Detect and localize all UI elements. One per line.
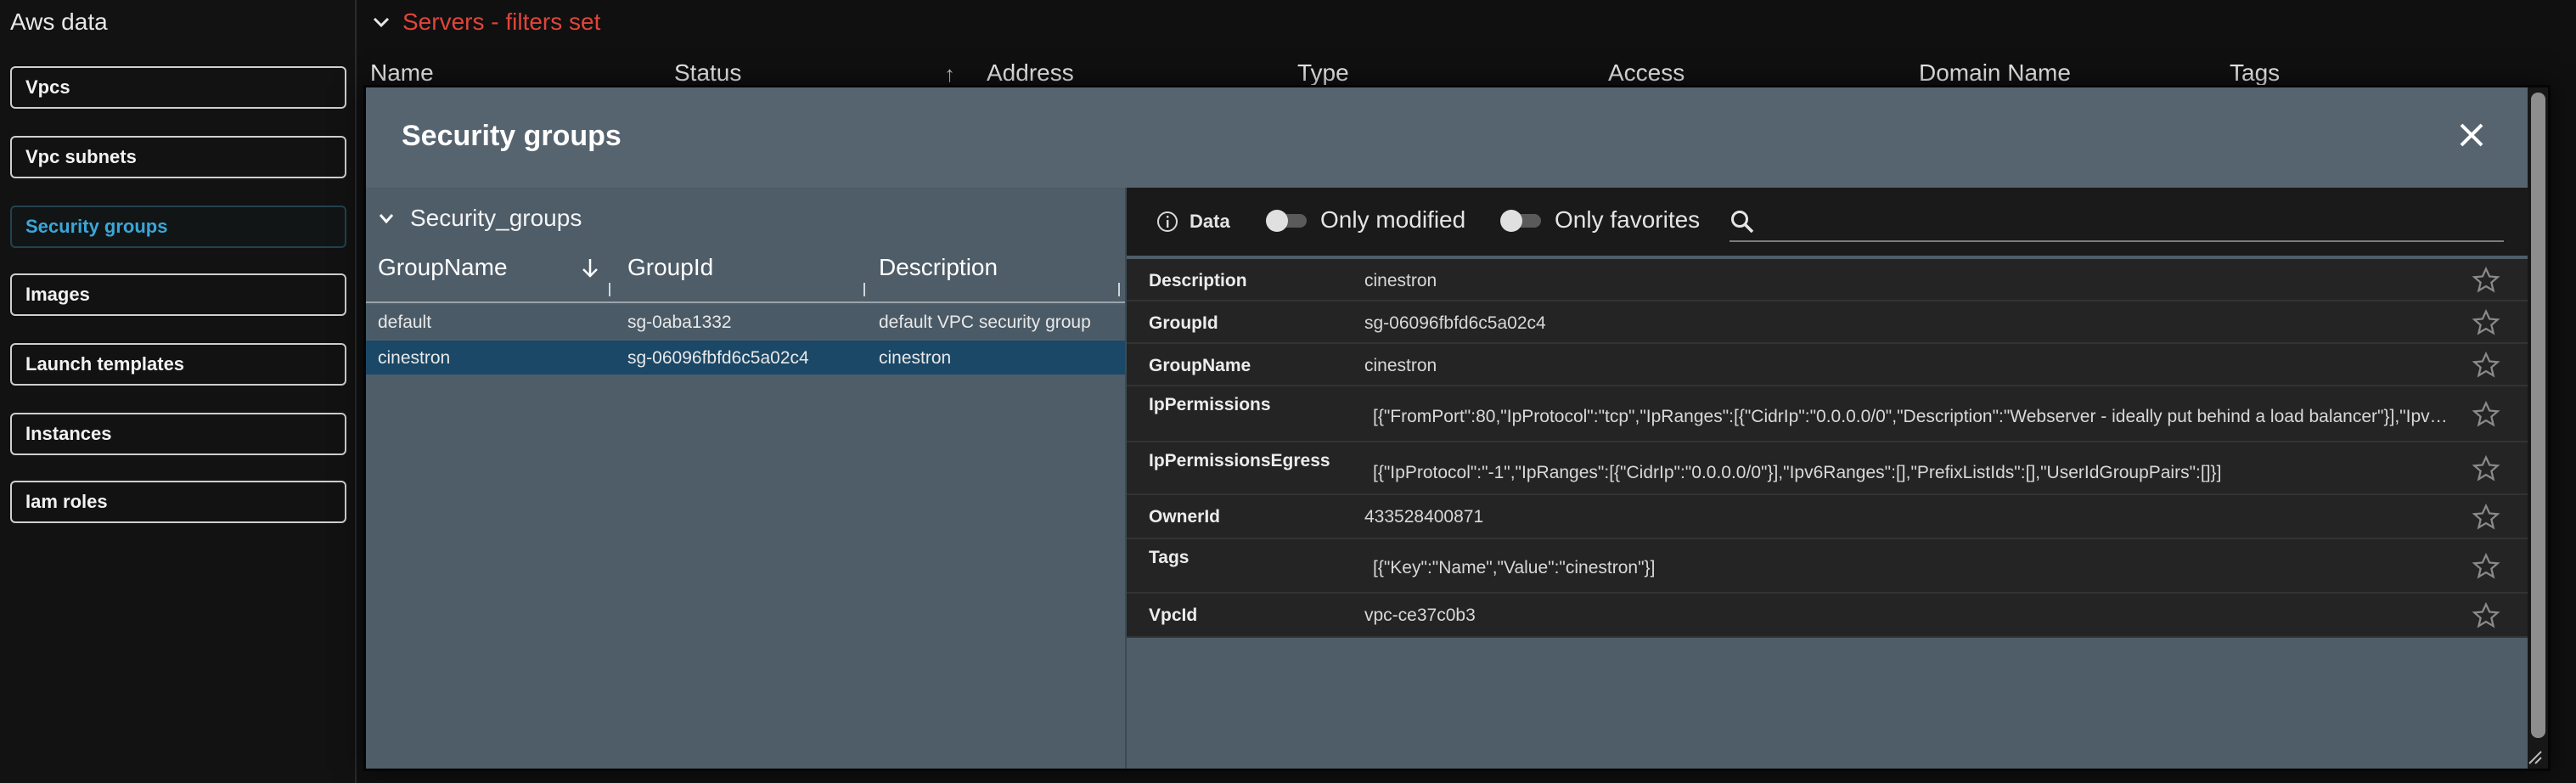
property-row[interactable]: OwnerId 433528400871: [1127, 495, 2533, 539]
header-divider: [366, 301, 1125, 303]
property-value: [{"IpProtocol":"-1","IpRanges":[{"CidrIp…: [1373, 463, 2222, 482]
property-row[interactable]: GroupName cinestron: [1127, 344, 2533, 386]
sidebar-item-launch-templates[interactable]: Launch templates: [10, 343, 346, 386]
sort-ascending-icon[interactable]: ↑: [944, 61, 955, 87]
table-section-header[interactable]: Security_groups: [378, 205, 582, 232]
modal-header: Security groups: [366, 87, 2548, 188]
security-groups-table: Security_groups GroupName GroupId Descri…: [366, 188, 1125, 769]
property-key: GroupId: [1149, 313, 1218, 333]
sidebar-item-vpc-subnets[interactable]: Vpc subnets: [10, 136, 346, 178]
property-value: cinestron: [1364, 271, 1437, 290]
property-value: sg-06096fbfd6c5a02c4: [1364, 313, 1546, 333]
star-icon[interactable]: [2472, 308, 2500, 337]
column-resize-handle[interactable]: [863, 283, 865, 296]
only-modified-toggle[interactable]: Only modified: [1266, 206, 1465, 234]
star-icon[interactable]: [2472, 454, 2500, 483]
cell-groupname: cinestron: [378, 348, 451, 368]
property-row[interactable]: IpPermissionsEgress [{"IpProtocol":"-1",…: [1127, 442, 2533, 495]
modal-title: Security groups: [402, 120, 622, 152]
star-icon[interactable]: [2472, 266, 2500, 295]
sort-descending-icon[interactable]: [580, 257, 600, 279]
property-row[interactable]: IpPermissions [{"FromPort":80,"IpProtoco…: [1127, 386, 2533, 442]
property-value: [{"Key":"Name","Value":"cinestron"}]: [1373, 558, 1656, 577]
cell-description: cinestron: [879, 348, 952, 368]
property-row[interactable]: GroupId sg-06096fbfd6c5a02c4: [1127, 301, 2533, 344]
sidebar-item-security-groups[interactable]: Security groups: [10, 206, 346, 248]
cell-groupid: sg-06096fbfd6c5a02c4: [627, 348, 809, 368]
only-modified-label: Only modified: [1320, 206, 1466, 233]
property-key: GroupName: [1149, 356, 1251, 375]
info-icon: [1157, 211, 1178, 232]
cell-groupid: sg-0aba1332: [627, 313, 732, 332]
data-info-button[interactable]: Data: [1156, 210, 1230, 234]
servers-col-access[interactable]: Access: [1608, 59, 1685, 87]
modal-scrollbar[interactable]: [2528, 87, 2548, 769]
sidebar-item-iam-roles[interactable]: Iam roles: [10, 481, 346, 523]
table-row-selected[interactable]: cinestron sg-06096fbfd6c5a02c4 cinestron: [366, 341, 1125, 375]
property-value: vpc-ce37c0b3: [1364, 606, 1476, 625]
servers-col-address[interactable]: Address: [987, 59, 1074, 87]
column-header-groupname[interactable]: GroupName: [378, 254, 508, 281]
property-key: Description: [1149, 271, 1247, 290]
star-icon[interactable]: [2472, 400, 2500, 429]
property-value: [{"FromPort":80,"IpProtocol":"tcp","IpRa…: [1373, 407, 2448, 426]
security-groups-modal: Security groups Security_groups GroupNam…: [363, 85, 2551, 771]
servers-title: Servers - filters set: [402, 8, 601, 35]
only-favorites-toggle[interactable]: Only favorites: [1500, 206, 1700, 234]
search-input[interactable]: [1767, 209, 2504, 234]
sidebar-item-images[interactable]: Images: [10, 273, 346, 316]
column-header-description[interactable]: Description: [879, 254, 998, 281]
table-row[interactable]: default sg-0aba1332 default VPC security…: [366, 305, 1125, 339]
chevron-down-icon: [373, 17, 390, 28]
servers-col-status[interactable]: Status: [674, 59, 741, 87]
property-key: Tags: [1149, 548, 1190, 567]
property-row[interactable]: Description cinestron: [1127, 259, 2533, 301]
servers-col-type[interactable]: Type: [1297, 59, 1349, 87]
table-section-title: Security_groups: [410, 205, 582, 231]
column-header-groupid[interactable]: GroupId: [627, 254, 713, 281]
data-label: Data: [1190, 211, 1230, 232]
property-key: IpPermissions: [1149, 395, 1271, 414]
details-toolbar: Data Only modified Only favorites: [1127, 188, 2533, 256]
search-field[interactable]: [1730, 203, 2504, 242]
star-icon[interactable]: [2472, 601, 2500, 630]
sidebar-item-vpcs[interactable]: Vpcs: [10, 66, 346, 109]
chevron-down-icon: [379, 214, 394, 224]
servers-col-name[interactable]: Name: [370, 59, 434, 87]
sidebar-item-instances[interactable]: Instances: [10, 413, 346, 455]
star-icon[interactable]: [2472, 503, 2500, 532]
property-row[interactable]: VpcId vpc-ce37c0b3: [1127, 594, 2533, 638]
servers-section-header[interactable]: Servers - filters set: [372, 8, 600, 36]
column-resize-handle[interactable]: [609, 283, 610, 296]
property-row[interactable]: Tags [{"Key":"Name","Value":"cinestron"}…: [1127, 539, 2533, 594]
servers-col-domain-name[interactable]: Domain Name: [1919, 59, 2071, 87]
sidebar: Aws data Vpcs Vpc subnets Security group…: [0, 0, 357, 783]
property-value: 433528400871: [1364, 507, 1484, 527]
servers-col-tags[interactable]: Tags: [2230, 59, 2280, 87]
cell-description: default VPC security group: [879, 313, 1091, 332]
property-key: IpPermissionsEgress: [1149, 451, 1330, 470]
star-icon[interactable]: [2472, 351, 2500, 380]
cell-groupname: default: [378, 313, 432, 332]
property-value: cinestron: [1364, 356, 1437, 375]
search-icon: [1731, 211, 1754, 234]
star-icon[interactable]: [2472, 552, 2500, 581]
details-panel: Data Only modified Only favorites Descri…: [1125, 188, 2533, 769]
only-favorites-label: Only favorites: [1555, 206, 1701, 233]
toggle-switch[interactable]: [1500, 208, 1544, 232]
resize-handle-icon[interactable]: [2526, 748, 2543, 765]
app-title: Aws data: [10, 8, 108, 35]
column-resize-handle[interactable]: [1118, 283, 1120, 296]
scrollbar-thumb[interactable]: [2531, 93, 2545, 738]
property-key: VpcId: [1149, 606, 1198, 625]
property-key: OwnerId: [1149, 507, 1221, 527]
close-icon[interactable]: [2455, 118, 2489, 152]
toggle-switch[interactable]: [1266, 208, 1310, 232]
